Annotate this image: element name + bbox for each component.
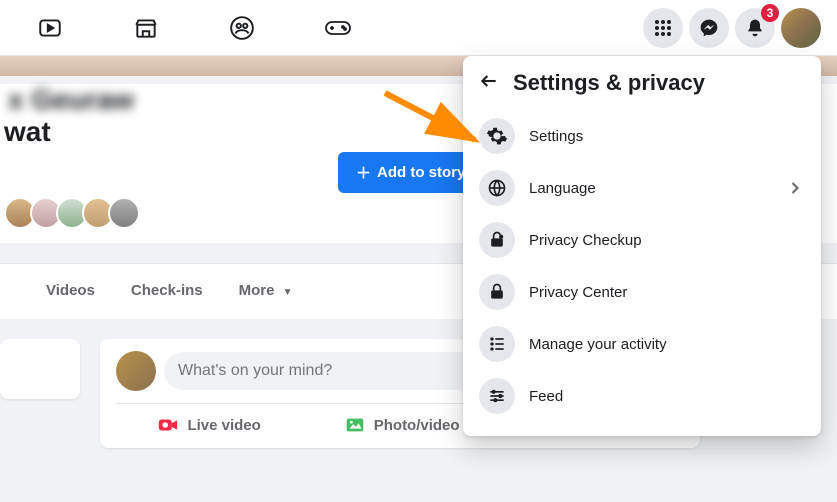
top-nav-right: 3 xyxy=(643,8,821,48)
language-label: Language xyxy=(529,180,771,197)
tab-videos[interactable]: Videos xyxy=(30,272,111,309)
privacy-center-label: Privacy Center xyxy=(529,284,805,301)
tab-checkins[interactable]: Check-ins xyxy=(115,272,219,309)
groups-icon[interactable] xyxy=(228,14,256,42)
tab-more[interactable]: More ▼ xyxy=(223,272,309,309)
left-sidebar-card xyxy=(0,339,80,399)
top-nav-left xyxy=(36,14,352,42)
feed-settings-icon xyxy=(479,378,515,414)
menu-item-settings[interactable]: Settings xyxy=(471,110,813,162)
friend-avatar[interactable] xyxy=(108,197,140,229)
settings-privacy-dropdown: Settings & privacy Settings Language Pri… xyxy=(463,56,821,436)
back-button[interactable] xyxy=(479,71,499,96)
notifications-button[interactable]: 3 xyxy=(735,8,775,48)
caret-down-icon: ▼ xyxy=(283,287,293,298)
gear-icon xyxy=(479,118,515,154)
marketplace-icon[interactable] xyxy=(132,14,160,42)
photo-video-label: Photo/video xyxy=(374,417,460,434)
dropdown-title: Settings & privacy xyxy=(513,70,705,96)
live-video-label: Live video xyxy=(187,417,260,434)
menu-item-privacy-center[interactable]: Privacy Center xyxy=(471,266,813,318)
photo-video-icon xyxy=(344,414,366,436)
tab-more-label: More xyxy=(239,282,275,299)
menu-grid-button[interactable] xyxy=(643,8,683,48)
profile-avatar-button[interactable] xyxy=(781,8,821,48)
live-video-icon xyxy=(157,414,179,436)
feed-label: Feed xyxy=(529,388,805,405)
activity-log-icon xyxy=(479,326,515,362)
add-to-story-label: Add to story xyxy=(377,164,465,181)
chevron-right-icon xyxy=(785,178,805,198)
arrow-left-icon xyxy=(479,71,499,91)
gaming-icon[interactable] xyxy=(324,14,352,42)
menu-item-language[interactable]: Language xyxy=(471,162,813,214)
settings-label: Settings xyxy=(529,128,805,145)
lock-icon xyxy=(479,274,515,310)
composer-avatar xyxy=(116,351,156,391)
photo-video-button[interactable]: Photo/video xyxy=(344,414,460,436)
menu-item-manage-activity[interactable]: Manage your activity xyxy=(471,318,813,370)
top-navigation: 3 xyxy=(0,0,837,56)
menu-item-privacy-checkup[interactable]: Privacy Checkup xyxy=(471,214,813,266)
privacy-checkup-label: Privacy Checkup xyxy=(529,232,805,249)
globe-icon xyxy=(479,170,515,206)
messenger-button[interactable] xyxy=(689,8,729,48)
live-video-button[interactable]: Live video xyxy=(157,414,260,436)
manage-activity-label: Manage your activity xyxy=(529,336,805,353)
watch-icon[interactable] xyxy=(36,14,64,42)
notification-badge: 3 xyxy=(761,4,779,22)
lock-heart-icon xyxy=(479,222,515,258)
add-to-story-button[interactable]: ＋ Add to story xyxy=(338,152,483,193)
menu-item-feed[interactable]: Feed xyxy=(471,370,813,422)
plus-icon: ＋ xyxy=(356,162,371,183)
